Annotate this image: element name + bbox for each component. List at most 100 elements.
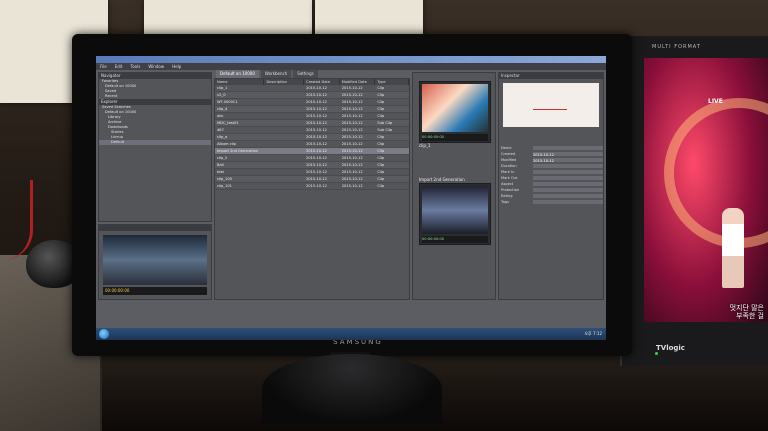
property-value[interactable] xyxy=(533,188,603,192)
table-row[interactable]: clip_101 2015-10-12 2015-10-12 Clip xyxy=(215,183,409,190)
asset-grid-panel: Name Description Created Date Modified D… xyxy=(214,78,410,300)
table-row[interactable]: clip_5 2015-10-12 2015-10-12 Clip xyxy=(215,155,409,162)
property-value[interactable] xyxy=(533,176,603,180)
table-cell: 2015-10-12 xyxy=(341,156,363,160)
tab-default[interactable]: Default on 10000 xyxy=(216,70,259,78)
video-preview[interactable] xyxy=(103,235,207,285)
property-value[interactable] xyxy=(533,164,603,168)
tab-settings[interactable]: Settings xyxy=(293,70,318,78)
inspector-preview xyxy=(503,83,599,127)
table-row[interactable]: clip_4 2015-10-12 2015-10-12 Clip xyxy=(215,106,409,113)
table-cell: Clip xyxy=(377,142,385,146)
table-cell: MDC_test01 xyxy=(217,121,239,125)
table-cell: clip_4 xyxy=(217,107,228,111)
tree-item-selected[interactable]: Default xyxy=(99,140,211,145)
property-value[interactable]: 2015-10-12 xyxy=(533,152,603,157)
table-cell: 2015-10-12 xyxy=(341,93,363,97)
table-row[interactable]: v2_0 2015-10-12 2015-10-12 Clip xyxy=(215,92,409,99)
inspector-panel: Inspector Name Created 2015-10-12 Modified 2… xyxy=(498,72,604,300)
table-cell xyxy=(264,176,304,182)
table-cell xyxy=(264,99,304,105)
show-logo: LIVE xyxy=(708,98,723,105)
table-cell: test xyxy=(217,170,224,174)
subtitle: 멋지단 말은 부족한 걸 xyxy=(706,304,764,320)
table-cell: clip_101 xyxy=(217,184,232,188)
property-value[interactable]: 2015-10-12 xyxy=(533,158,603,163)
table-cell: 2015-10-12 xyxy=(341,184,363,188)
table-row[interactable]: 487 2015-10-12 2015-10-12 Sub Clip xyxy=(215,127,409,134)
menu-edit[interactable]: Edit xyxy=(115,64,123,69)
table-cell: 2015-10-12 xyxy=(306,149,327,153)
subtitle-line-1: 멋지단 말은 xyxy=(729,304,764,312)
table-cell xyxy=(264,92,304,98)
property-value[interactable] xyxy=(533,194,603,198)
table-cell: 2015-10-12 xyxy=(306,163,327,167)
table-cell: 2015-10-12 xyxy=(306,170,327,174)
thumbnail-timecode: 00:00:00:00 xyxy=(422,236,488,243)
table-cell xyxy=(264,183,304,189)
table-cell: 2015-10-12 xyxy=(306,135,327,139)
menu-window[interactable]: Window xyxy=(148,64,164,69)
table-cell: 2015-10-12 xyxy=(341,128,363,132)
table-cell xyxy=(264,127,304,133)
table-row[interactable]: clip_1 2015-10-12 2015-10-12 Clip xyxy=(215,85,409,92)
main-screen: File Edit Tools Window Help Default on 1… xyxy=(96,56,606,340)
table-row[interactable]: WT-0000C1 2015-10-12 2015-10-12 Clip xyxy=(215,99,409,106)
table-cell: 2015-10-12 xyxy=(341,149,363,153)
taskbar: 오후 7:12 xyxy=(96,328,606,340)
table-cell: Sub Clip xyxy=(377,128,393,132)
thumbnail-card[interactable]: 00:00:00:00 xyxy=(419,183,491,245)
table-cell: 2015-10-12 xyxy=(341,177,363,181)
grid-body: clip_1 2015-10-12 2015-10-12 Clip v2_0 2015-1… xyxy=(215,85,409,190)
property-value[interactable] xyxy=(533,200,603,204)
table-cell: Clip xyxy=(377,114,385,118)
menu-help[interactable]: Help xyxy=(172,64,181,69)
table-cell: 2015-10-12 xyxy=(341,142,363,146)
table-cell: 2015-10-12 xyxy=(306,107,327,111)
table-row[interactable]: MDC_test01 2015-10-12 2015-10-12 Sub Clip xyxy=(215,120,409,127)
table-row[interactable]: abc 2015-10-12 2015-10-12 Clip xyxy=(215,113,409,120)
property-value[interactable] xyxy=(533,182,603,186)
window-titlebar[interactable] xyxy=(96,56,606,63)
table-cell: Clip xyxy=(377,93,385,97)
tab-workbench[interactable]: Workbench xyxy=(260,70,292,78)
thumbnail-image xyxy=(422,84,488,132)
table-cell: 2015-10-12 xyxy=(341,121,363,125)
table-cell: 2015-10-12 xyxy=(341,86,363,90)
table-cell xyxy=(264,113,304,119)
navigator-panel: Navigator Favorites Default on 10000 Sav… xyxy=(98,72,212,222)
monitor-stand xyxy=(262,354,442,424)
thumbnail-card[interactable]: 00:00:00:00 xyxy=(419,81,491,143)
thumbnail-caption: clip_1 xyxy=(419,143,431,148)
thumbnail-image xyxy=(422,186,488,234)
table-cell: Clip xyxy=(377,177,385,181)
tab-strip: Default on 10000 Workbench Settings xyxy=(216,70,318,78)
property-key: Tags xyxy=(501,200,509,204)
table-row[interactable]: Album clip 2015-10-12 2015-10-12 Clip xyxy=(215,141,409,148)
table-cell: clip_5 xyxy=(217,156,228,160)
menu-tools[interactable]: Tools xyxy=(130,64,140,69)
property-value[interactable] xyxy=(533,170,603,174)
table-cell: 2015-10-12 xyxy=(306,142,327,146)
table-row[interactable]: clip_100 2015-10-12 2015-10-12 Clip xyxy=(215,176,409,183)
table-cell: 2015-10-12 xyxy=(306,93,327,97)
table-cell: Clip xyxy=(377,163,385,167)
table-row[interactable]: Import 2nd Generation 2015-10-12 2015-10-1… xyxy=(215,148,409,155)
table-cell: 2015-10-12 xyxy=(341,107,363,111)
table-cell: Clip xyxy=(377,156,385,160)
secondary-monitor-header: MULTI FORMAT xyxy=(652,44,701,50)
start-button[interactable] xyxy=(99,329,109,339)
menu-file[interactable]: File xyxy=(100,64,107,69)
table-row[interactable]: Ball 2015-10-12 2015-10-12 Clip xyxy=(215,162,409,169)
table-cell: 487 xyxy=(217,128,224,132)
menu-bar: File Edit Tools Window Help xyxy=(96,63,606,70)
table-row[interactable]: clip_a 2015-10-12 2015-10-12 Clip xyxy=(215,134,409,141)
power-led xyxy=(655,352,658,355)
table-cell: Clip xyxy=(377,100,385,104)
table-cell: 2015-10-12 xyxy=(341,163,363,167)
table-cell xyxy=(264,148,304,154)
property-value[interactable] xyxy=(533,146,603,150)
table-cell: 2015-10-12 xyxy=(306,156,327,160)
table-cell: WT-0000C1 xyxy=(217,100,238,104)
table-row[interactable]: test 2015-10-12 2015-10-12 Clip xyxy=(215,169,409,176)
